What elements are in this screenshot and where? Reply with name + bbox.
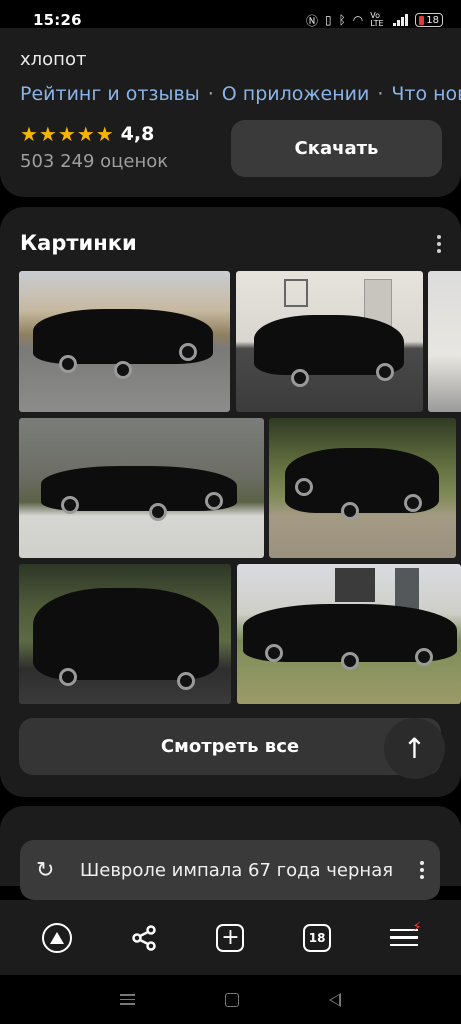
link-about-app[interactable]: О приложении: [222, 83, 370, 105]
image-thumbnail[interactable]: [237, 564, 461, 704]
more-options-icon[interactable]: [437, 235, 441, 253]
battery-level: 18: [426, 14, 439, 26]
bottom-toolbar: + 18 ⚡: [0, 900, 461, 975]
tabs-button[interactable]: 18: [295, 916, 339, 960]
nfc-icon: Ⓝ: [305, 13, 318, 28]
arrow-up-icon: ↑: [402, 732, 427, 765]
link-separator: ·: [207, 83, 214, 105]
new-tab-button[interactable]: +: [208, 916, 252, 960]
pictures-title: Картинки: [20, 231, 137, 255]
tabs-count: 18: [303, 923, 332, 952]
image-thumbnail[interactable]: [428, 271, 461, 412]
app-description: хлопот: [20, 49, 87, 70]
refresh-icon[interactable]: ↻: [36, 858, 66, 883]
rating-row: ★★★★★ 4,8: [20, 122, 154, 146]
see-all-button[interactable]: Смотреть все: [19, 718, 441, 775]
scroll-up-button[interactable]: ↑: [384, 718, 445, 779]
image-thumbnail[interactable]: [19, 271, 230, 412]
reviews-count: 503 249 оценок: [20, 151, 169, 172]
rating-value: 4,8: [120, 123, 155, 145]
recent-apps-button[interactable]: [120, 994, 135, 1005]
volte-icon: Vo LTE: [370, 11, 384, 28]
image-thumbnail[interactable]: [19, 564, 231, 704]
system-nav-bar: [0, 975, 461, 1024]
wifi-icon: ◠: [352, 13, 364, 27]
menu-button[interactable]: ⚡: [382, 916, 426, 960]
signal-icon: [393, 14, 409, 26]
rating-stars: ★★★★★: [20, 122, 115, 146]
search-query[interactable]: Шевроле импала 67 года черная: [66, 860, 420, 881]
link-rating-reviews[interactable]: Рейтинг и отзывы: [20, 83, 200, 105]
status-time: 15:26: [33, 11, 82, 29]
search-bar[interactable]: ↻ Шевроле импала 67 года черная: [20, 840, 440, 900]
alice-icon: [42, 922, 73, 953]
status-icons: Ⓝ ▯ ᛒ ◠ Vo LTE 18: [306, 12, 443, 29]
plus-icon: +: [216, 923, 245, 952]
download-button[interactable]: Скачать: [231, 120, 442, 177]
alice-button[interactable]: [35, 916, 79, 960]
home-button[interactable]: [225, 992, 239, 1007]
app-links: Рейтинг и отзывы · О приложении · Что но…: [20, 83, 461, 105]
app-card: хлопот Рейтинг и отзывы · О приложении ·…: [0, 28, 461, 197]
image-thumbnail[interactable]: [269, 418, 456, 558]
back-button[interactable]: [329, 992, 341, 1007]
share-icon: [132, 924, 156, 951]
vibrate-icon: ▯: [324, 13, 332, 27]
image-thumbnail[interactable]: [19, 418, 264, 558]
battery-icon: 18: [415, 13, 443, 27]
alert-bolt-icon: ⚡: [412, 919, 422, 935]
bluetooth-icon: ᛒ: [338, 13, 346, 27]
pictures-card: Картинки Смотреть все ↑: [0, 207, 461, 797]
search-menu-icon[interactable]: [420, 861, 424, 879]
link-whats-new[interactable]: Что ново: [391, 83, 461, 105]
share-button[interactable]: [122, 916, 166, 960]
link-separator: ·: [377, 83, 384, 105]
image-thumbnail[interactable]: [236, 271, 423, 412]
